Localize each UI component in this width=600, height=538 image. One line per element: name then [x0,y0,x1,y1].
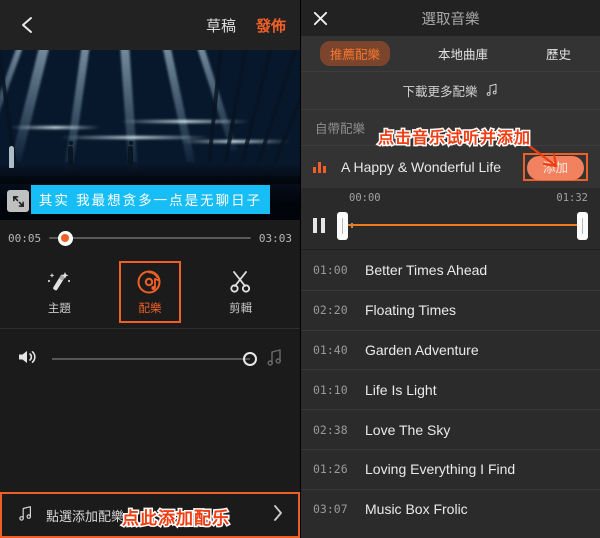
track-title: Life Is Light [365,381,437,398]
music-note-icon [16,504,34,527]
list-item[interactable]: 01:26 Loving Everything I Find [301,448,600,489]
trim-row [313,208,588,242]
trim-track[interactable] [337,210,588,240]
music-note-icon [484,82,499,100]
track-duration: 02:20 [313,303,348,318]
performer-silhouette [9,141,14,168]
download-more-music-button[interactable]: 下載更多配樂 [301,72,600,110]
tool-trim-label: 剪輯 [229,303,253,315]
fullscreen-icon[interactable] [7,190,29,212]
track-title: Garden Adventure [365,341,479,358]
download-more-label: 下載更多配樂 [402,85,478,99]
volume-slider-knob[interactable] [243,352,257,366]
video-editor-panel: 草稿 發佈 其实 我最想贪多一点是无聊日子 00:05 03:03 主題 配樂 … [0,0,300,538]
tab-recommended[interactable]: 推薦配樂 [319,41,390,66]
list-item[interactable]: 01:40 Garden Adventure [301,329,600,370]
add-music-label: 點選添加配樂 [46,508,125,524]
app-root: 草稿 發佈 其实 我最想贪多一点是无聊日子 00:05 03:03 主題 配樂 … [0,0,600,538]
list-item[interactable]: 02:38 Love The Sky [301,409,600,449]
editor-tools: 主題 配樂 剪輯 [0,256,300,328]
speaker-icon[interactable] [16,347,38,372]
equalizer-icon [313,161,329,173]
track-title: Floating Times [365,302,457,319]
trim-handle-right[interactable] [577,212,588,240]
list-item[interactable]: 03:07 Music Box Frolic [301,488,600,529]
tool-trim[interactable]: 剪輯 [210,261,272,323]
annotation-add-music-here: 点此添加配乐 [121,508,231,531]
publish-button[interactable]: 發佈 [256,15,286,36]
track-title: Love The Sky [365,421,451,438]
music-disc-icon [135,268,165,296]
chevron-right-icon [272,504,284,527]
list-item[interactable]: 01:00 Better Times Ahead [301,250,600,290]
music-note-icon[interactable] [264,347,284,372]
track-list[interactable]: 01:00 Better Times Ahead 02:20 Floating … [301,250,600,538]
performer-silhouette [128,141,133,168]
volume-slider[interactable] [52,352,257,366]
scissors-icon [226,268,256,296]
track-title: Better Times Ahead [365,261,488,278]
track-duration: 01:40 [313,342,348,357]
track-duration: 01:26 [313,462,348,477]
trim-progress-line [343,224,582,226]
current-track-name: A Happy & Wonderful Life [341,159,502,175]
music-picker-header: 選取音樂 [301,0,600,36]
volume-control[interactable] [0,329,300,389]
section-label: 自帶配樂 [315,122,366,136]
track-title: Music Box Frolic [365,501,468,518]
track-duration: 01:00 [313,262,348,277]
annotation-click-music: 点击音乐试听并添加 [376,127,532,149]
editor-header: 草稿 發佈 [0,0,300,50]
close-x-icon[interactable] [311,9,330,28]
music-picker-title: 選取音樂 [421,11,480,28]
back-icon[interactable] [16,14,38,36]
tool-theme-label: 主題 [47,303,71,315]
audio-trim-control: 00:00 01:32 [301,188,600,250]
timeline-total-time: 03:03 [258,231,292,245]
trim-end-time: 01:32 [556,192,588,204]
pause-icon[interactable] [313,217,325,233]
video-preview[interactable]: 其实 我最想贪多一点是无聊日子 [0,50,300,220]
track-duration: 01:10 [313,382,348,397]
tool-music[interactable]: 配樂 [118,261,181,323]
list-item[interactable]: 01:10 Life Is Light [301,369,600,409]
timeline-track[interactable] [49,230,251,246]
track-duration: 02:38 [313,422,348,437]
trim-playhead [351,223,353,228]
track-title: Loving Everything I Find [365,461,516,478]
tab-local-library[interactable]: 本地曲庫 [428,41,498,66]
performer-silhouette [68,141,73,168]
tool-theme[interactable]: 主題 [28,261,90,323]
music-tabs: 推薦配樂 本地曲庫 歷史 [301,36,600,72]
editor-header-actions: 草稿 發佈 [206,0,286,50]
music-picker-panel: 選取音樂 推薦配樂 本地曲庫 歷史 下載更多配樂 自帶配樂 A Happy & … [300,0,600,538]
trim-start-time: 00:00 [349,192,381,204]
trim-time-labels: 00:00 01:32 [349,192,588,204]
tool-music-label: 配樂 [138,303,162,315]
tab-history[interactable]: 歷史 [536,41,581,66]
video-subtitle[interactable]: 其实 我最想贪多一点是无聊日子 [31,185,270,214]
timeline-playhead[interactable] [57,230,73,246]
list-item[interactable]: 02:20 Floating Times [301,289,600,330]
draft-button[interactable]: 草稿 [206,15,236,36]
timeline-current-time: 00:05 [8,231,42,245]
trim-handle-left[interactable] [337,212,348,240]
video-timeline[interactable]: 00:05 03:03 [0,220,300,256]
magic-wand-icon [44,268,74,296]
track-duration: 03:07 [313,502,348,517]
